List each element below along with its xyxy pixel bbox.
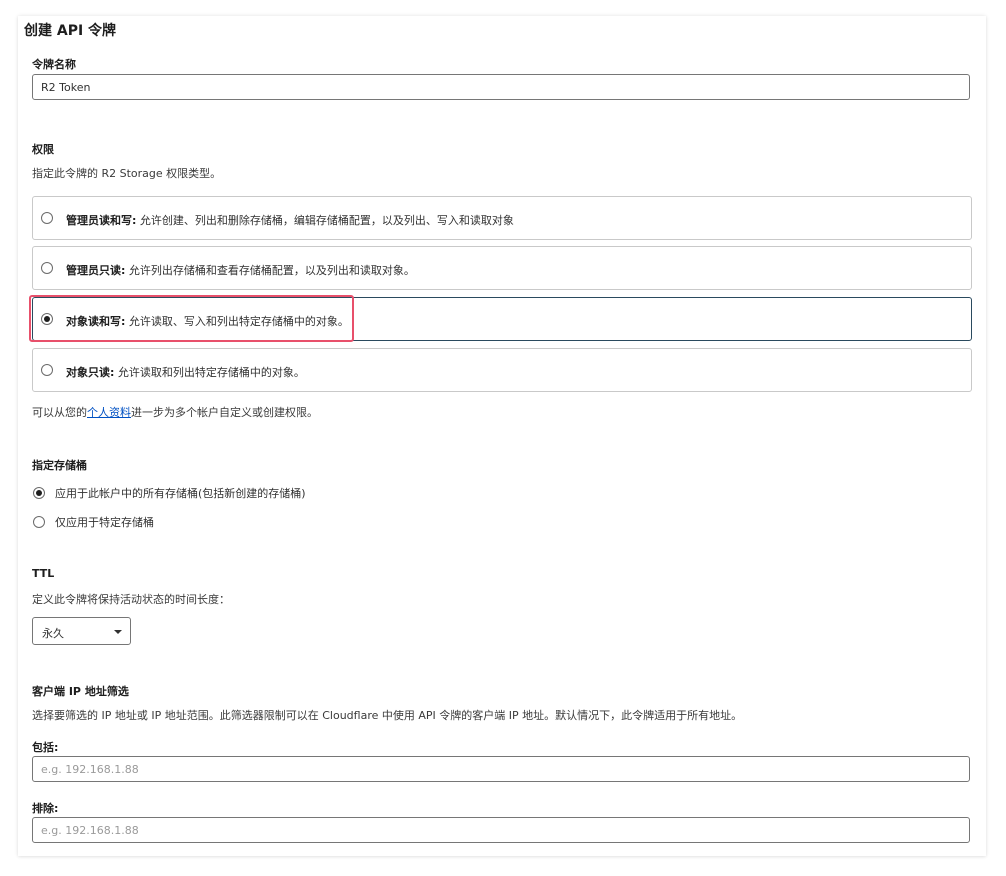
radio-icon[interactable] <box>41 364 53 376</box>
bucket-option-all[interactable]: 应用于此帐户中的所有存储桶(包括新创建的存储桶) <box>33 485 306 501</box>
ttl-value: 永久 <box>42 627 64 640</box>
token-name-input[interactable] <box>32 74 970 100</box>
bucket-option-specific[interactable]: 仅应用于特定存储桶 <box>33 514 154 530</box>
ip-filter-label: 客户端 IP 地址筛选 <box>32 685 129 698</box>
exclude-label: 排除: <box>32 802 59 815</box>
include-label: 包括: <box>32 741 59 754</box>
permission-option-text: 对象读和写: 允许读取、写入和列出特定存储桶中的对象。 <box>66 315 349 328</box>
radio-selected-icon[interactable] <box>41 313 53 325</box>
radio-icon[interactable] <box>41 262 53 274</box>
permission-option-text: 管理员读和写: 允许创建、列出和删除存储桶，编辑存储桶配置，以及列出、写入和读取… <box>66 214 514 227</box>
include-ip-input[interactable] <box>32 756 970 782</box>
exclude-ip-input[interactable] <box>32 817 970 843</box>
ttl-description: 定义此令牌将保持活动状态的时间长度： <box>32 593 230 606</box>
buckets-label: 指定存储桶 <box>32 459 87 472</box>
radio-selected-icon[interactable] <box>33 487 45 499</box>
permission-option-text: 管理员只读: 允许列出存储桶和查看存储桶配置，以及列出和读取对象。 <box>66 264 415 277</box>
page-title: 创建 API 令牌 <box>24 23 117 39</box>
permission-option-object-read-only[interactable]: 对象只读: 允许读取和列出特定存储桶中的对象。 <box>32 348 972 392</box>
permissions-description: 指定此令牌的 R2 Storage 权限类型。 <box>32 167 222 180</box>
bucket-option-label: 应用于此帐户中的所有存储桶(包括新创建的存储桶) <box>55 487 306 500</box>
permission-option-admin-read-only[interactable]: 管理员只读: 允许列出存储桶和查看存储桶配置，以及列出和读取对象。 <box>32 246 972 290</box>
radio-icon[interactable] <box>41 212 53 224</box>
ttl-label: TTL <box>32 567 55 580</box>
ttl-select[interactable]: 永久 <box>32 617 131 645</box>
permission-option-admin-read-write[interactable]: 管理员读和写: 允许创建、列出和删除存储桶，编辑存储桶配置，以及列出、写入和读取… <box>32 196 972 240</box>
permission-option-object-read-write[interactable]: 对象读和写: 允许读取、写入和列出特定存储桶中的对象。 <box>32 297 972 341</box>
token-name-label: 令牌名称 <box>32 58 76 71</box>
profile-link[interactable]: 个人资料 <box>87 406 131 419</box>
create-token-card <box>18 16 986 856</box>
ip-filter-description: 选择要筛选的 IP 地址或 IP 地址范围。此筛选器限制可以在 Cloudfla… <box>32 709 743 722</box>
permission-option-text: 对象只读: 允许读取和列出特定存储桶中的对象。 <box>66 366 305 379</box>
radio-icon[interactable] <box>33 516 45 528</box>
bucket-option-label: 仅应用于特定存储桶 <box>55 516 154 529</box>
permissions-footer: 可以从您的个人资料进一步为多个帐户自定义或创建权限。 <box>32 406 318 419</box>
permissions-label: 权限 <box>32 143 54 156</box>
chevron-down-icon <box>114 630 122 634</box>
